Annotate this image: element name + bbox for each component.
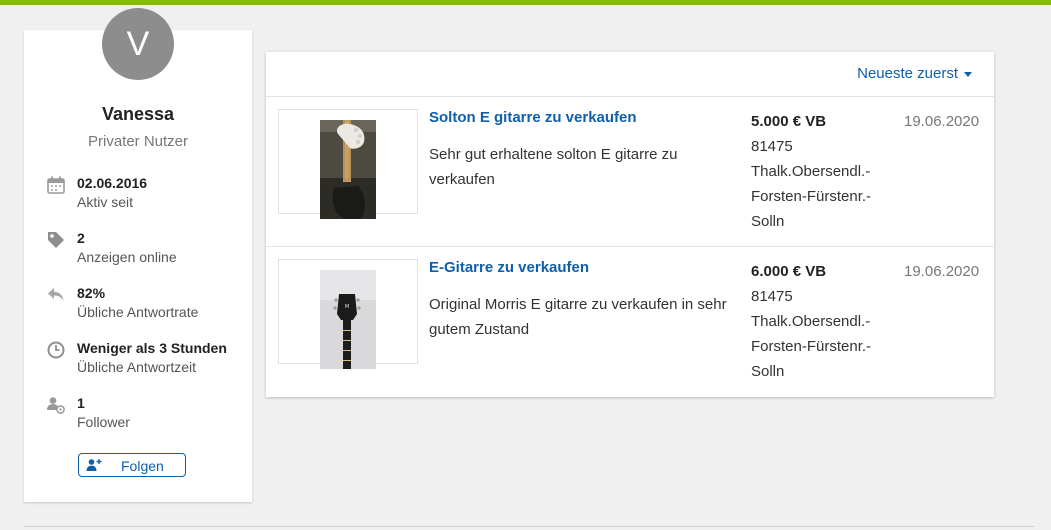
active-since-label: Aktiv seit <box>77 194 134 210</box>
ads-online-label: Anzeigen online <box>77 249 177 265</box>
listing-description: Sehr gut erhaltene solton E gitarre zu v… <box>429 146 678 188</box>
footer-divider <box>24 526 1034 527</box>
seller-name: Vanessa <box>101 104 175 124</box>
listing-date: 19.06.2020 <box>904 263 980 280</box>
svg-text:M: M <box>345 304 349 310</box>
add-user-icon <box>86 459 102 471</box>
ads-online-value: 2 <box>77 230 85 246</box>
reply-rate-label: Übliche Antwortrate <box>77 304 199 320</box>
listing-thumbnail[interactable]: M <box>278 259 418 369</box>
calendar-icon <box>47 176 65 194</box>
reply-time-value: Weniger als 3 Stunden <box>77 340 227 356</box>
listing-price: 5.000 € VB <box>751 113 827 130</box>
active-since-value: 02.06.2016 <box>77 175 148 191</box>
listings-panel: Neueste zuerst Solton E gitarre zu verka… <box>266 52 994 397</box>
listing-description: Original Morris E gitarre zu verkaufen i… <box>429 296 727 338</box>
followers-value: 1 <box>77 395 85 411</box>
reply-rate-value: 82% <box>77 285 106 301</box>
follow-button[interactable]: Folgen <box>78 453 186 477</box>
stat-followers: 1 Follower <box>46 395 246 435</box>
listing-item[interactable]: M E-Gitarre zu verkaufen Original Morris… <box>266 247 994 397</box>
top-accent-bar <box>0 0 1051 5</box>
sort-dropdown[interactable]: Neueste zuerst <box>857 65 972 82</box>
listing-thumbnail[interactable] <box>278 109 418 219</box>
follow-button-label: Folgen <box>121 458 164 474</box>
avatar: V <box>102 8 174 80</box>
stat-active-since: 02.06.2016 Aktiv seit <box>46 175 246 215</box>
reply-icon <box>48 288 64 301</box>
listing-title[interactable]: Solton E gitarre zu verkaufen <box>429 109 637 126</box>
sort-dropdown-label: Neueste zuerst <box>857 65 958 82</box>
guitar-photo <box>320 120 376 219</box>
listing-location: 81475 Thalk.Obersendl.-Forsten-Fürstenr.… <box>751 138 872 230</box>
guitar-photo: M <box>320 270 376 369</box>
seller-profile-card: V Vanessa Privater Nutzer 02.06.2016 Akt… <box>24 8 252 502</box>
listing-date: 19.06.2020 <box>904 113 980 130</box>
tag-icon <box>48 232 64 248</box>
listing-item[interactable]: Solton E gitarre zu verkaufen Sehr gut e… <box>266 97 994 247</box>
stat-reply-rate: 82% Übliche Antwortrate <box>46 285 246 325</box>
followers-label: Follower <box>77 414 130 430</box>
chevron-down-icon <box>964 71 972 77</box>
reply-time-label: Übliche Antwortzeit <box>77 359 197 375</box>
listing-title[interactable]: E-Gitarre zu verkaufen <box>429 259 589 276</box>
clock-icon <box>47 341 65 359</box>
listing-price: 6.000 € VB <box>751 263 827 280</box>
listing-location: 81475 Thalk.Obersendl.-Forsten-Fürstenr.… <box>751 288 872 380</box>
stat-ads-online: 2 Anzeigen online <box>46 230 246 270</box>
followers-icon <box>47 397 65 414</box>
seller-type: Privater Nutzer <box>87 133 189 150</box>
stat-reply-time: Weniger als 3 Stunden Übliche Antwortzei… <box>46 340 246 380</box>
